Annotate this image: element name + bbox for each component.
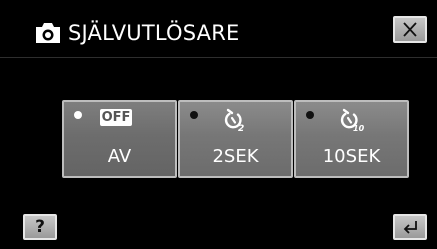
unselected-indicator bbox=[306, 111, 314, 119]
option-row: OFF AV 2 2SEK 10 10SEK bbox=[62, 100, 409, 178]
back-arrow-icon bbox=[403, 221, 417, 234]
self-timer-screen: SJÄLVUTLÖSARE OFF AV 2 2SEK 10 10SEK ? bbox=[0, 0, 437, 249]
close-button[interactable] bbox=[393, 16, 427, 43]
option-label: 2SEK bbox=[212, 146, 259, 167]
option-10sek[interactable]: 10 10SEK bbox=[294, 100, 409, 178]
back-button[interactable] bbox=[393, 214, 427, 240]
option-label: 10SEK bbox=[322, 146, 381, 167]
header-bar: SJÄLVUTLÖSARE bbox=[0, 0, 437, 58]
unselected-indicator bbox=[190, 111, 198, 119]
self-timer-10-icon: 10 bbox=[340, 108, 365, 133]
option-2sek[interactable]: 2 2SEK bbox=[178, 100, 293, 178]
timer-subscript: 2 bbox=[238, 124, 244, 134]
option-label: AV bbox=[107, 146, 132, 167]
help-button[interactable]: ? bbox=[23, 214, 57, 240]
close-icon bbox=[403, 22, 417, 37]
self-timer-2-icon: 2 bbox=[224, 108, 244, 134]
timer-subscript: 10 bbox=[353, 124, 365, 133]
page-title: SJÄLVUTLÖSARE bbox=[68, 21, 240, 45]
selected-indicator bbox=[74, 111, 82, 119]
camera-icon bbox=[36, 23, 60, 43]
off-badge: OFF bbox=[100, 109, 132, 126]
header-divider bbox=[0, 57, 437, 58]
option-av[interactable]: OFF AV bbox=[62, 100, 177, 178]
